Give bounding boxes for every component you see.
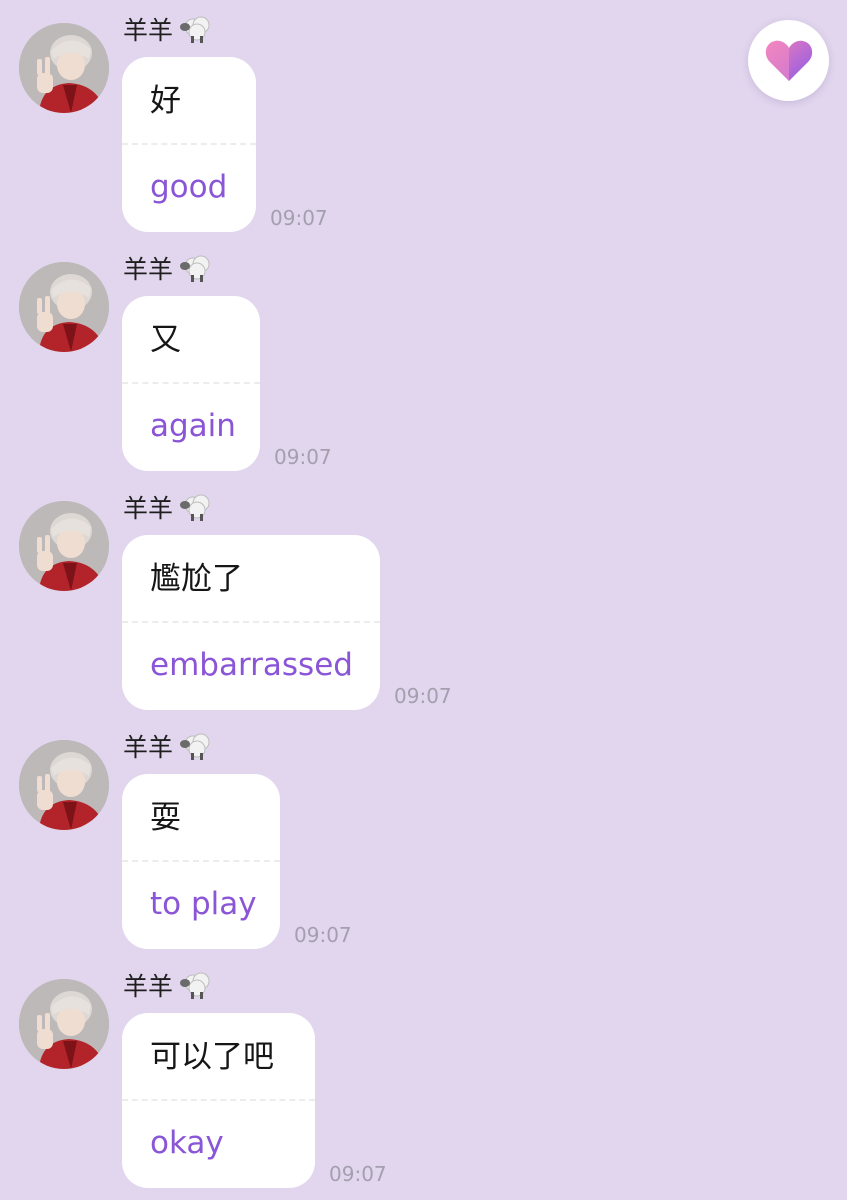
translation-divider [122,621,380,623]
sender-name: 羊羊 [123,16,174,45]
avatar-photo [19,262,109,352]
sheep-icon [179,253,215,283]
message-row: 羊羊 可以了吧 okay 09:07 [0,956,847,1188]
message-row: 羊羊 好 good 09:07 [0,0,847,232]
chat-log: 羊羊 好 good 09:07 羊羊 又 again 09:07 羊羊 尷尬了 … [0,0,847,1200]
sheep-icon [179,970,215,1000]
translation-text: embarrassed [150,647,353,683]
sender-name-row: 羊羊 [123,489,215,525]
timestamp: 09:07 [294,923,352,947]
sender-name: 羊羊 [123,494,174,523]
avatar[interactable] [19,979,109,1069]
original-text: 又 [150,322,181,358]
original-text: 好 [150,83,181,119]
timestamp: 09:07 [270,206,328,230]
message-bubble[interactable]: 好 good [122,57,256,232]
message-bubble[interactable]: 又 again [122,296,260,471]
avatar-photo [19,23,109,113]
message-row: 羊羊 又 again 09:07 [0,239,847,471]
heart-icon [765,40,812,81]
timestamp: 09:07 [274,445,332,469]
message-row: 羊羊 尷尬了 embarrassed 09:07 [0,478,847,710]
translation-divider [122,382,260,384]
avatar[interactable] [19,740,109,830]
sheep-icon [179,492,215,522]
translation-text: again [150,408,236,444]
avatar-photo [19,979,109,1069]
sender-name: 羊羊 [123,733,174,762]
original-text: 尷尬了 [150,561,243,597]
sender-name-row: 羊羊 [123,728,215,764]
sender-name: 羊羊 [123,972,174,1001]
message-bubble[interactable]: 耍 to play [122,774,280,949]
translation-text: good [150,169,228,205]
sheep-icon [179,731,215,761]
message-bubble[interactable]: 尷尬了 embarrassed [122,535,380,710]
message-bubble[interactable]: 可以了吧 okay [122,1013,315,1188]
favorite-button[interactable] [748,20,829,101]
sheep-icon [179,14,215,44]
translation-divider [122,860,280,862]
sender-name-row: 羊羊 [123,967,215,1003]
translation-divider [122,143,256,145]
sender-name: 羊羊 [123,255,174,284]
timestamp: 09:07 [329,1162,387,1186]
original-text: 可以了吧 [150,1039,274,1075]
sender-name-row: 羊羊 [123,250,215,286]
message-row: 羊羊 耍 to play 09:07 [0,717,847,949]
timestamp: 09:07 [394,684,452,708]
avatar[interactable] [19,23,109,113]
avatar[interactable] [19,501,109,591]
translation-divider [122,1099,315,1101]
avatar-photo [19,501,109,591]
sender-name-row: 羊羊 [123,11,215,47]
translation-text: to play [150,886,257,922]
translation-text: okay [150,1125,224,1161]
avatar-photo [19,740,109,830]
avatar[interactable] [19,262,109,352]
original-text: 耍 [150,800,181,836]
